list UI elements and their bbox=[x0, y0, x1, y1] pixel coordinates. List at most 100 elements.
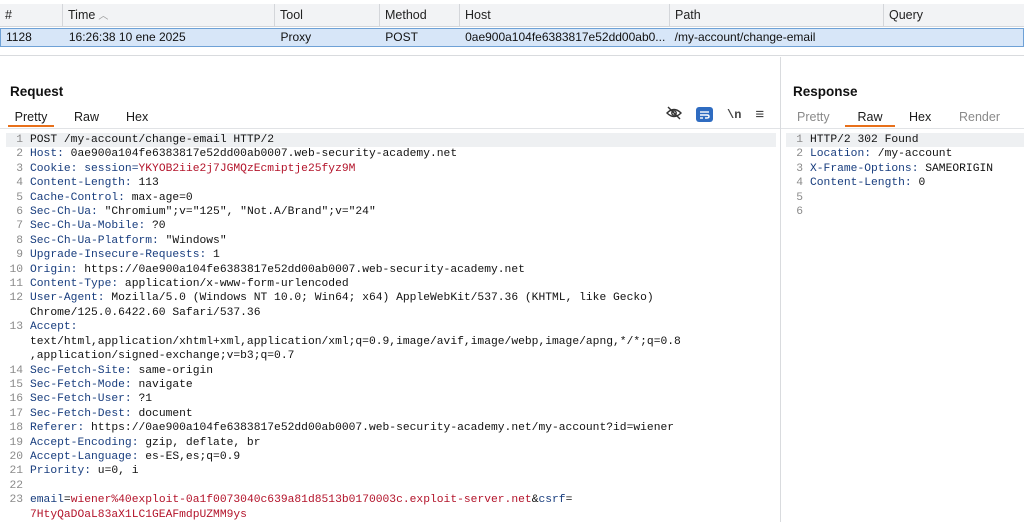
line-number: 6 bbox=[796, 206, 803, 219]
body-line: 23 email=wiener%40exploit-0a1f0073040c639… bbox=[6, 493, 776, 507]
col-header-path-label: Path bbox=[675, 8, 701, 22]
col-header-method[interactable]: Method bbox=[380, 4, 460, 27]
panel-divider[interactable] bbox=[0, 55, 1024, 56]
tab-response-pretty[interactable]: Pretty bbox=[797, 107, 830, 127]
tab-response-raw[interactable]: Raw bbox=[845, 107, 895, 127]
header-name: Content-Length: bbox=[810, 177, 912, 190]
code-line: 17 Sec-Fetch-Dest: document bbox=[6, 407, 776, 421]
eye-slash-icon[interactable] bbox=[666, 106, 682, 123]
header-value: ,application/signed-exchange;v=b3;q=0.7 bbox=[30, 350, 295, 363]
code-line: 10 Origin: https://0ae900a104fe6383817e52… bbox=[6, 263, 776, 277]
cookie-value: YKYOB2iie2j7JGMQzEcmiptje25fyz9M bbox=[138, 162, 356, 175]
col-header-tool-label: Tool bbox=[280, 8, 303, 22]
col-header-path[interactable]: Path bbox=[670, 4, 884, 27]
line-number: 14 bbox=[9, 364, 23, 377]
header-value: SAMEORIGIN bbox=[918, 162, 994, 175]
cell-path: /my-account/change-email bbox=[674, 30, 816, 44]
code-line: 15 Sec-Fetch-Mode: navigate bbox=[6, 378, 776, 392]
code-line: 20 Accept-Language: es-ES,es;q=0.9 bbox=[6, 450, 776, 464]
response-editor[interactable]: 1 HTTP/2 302 Found 2 Location: /my-account 3… bbox=[786, 133, 1024, 219]
col-header-num-label: # bbox=[5, 8, 12, 22]
body-line-wrap: 7HtyQaDOaL83aX1LC1GEAFmdpUZMM9ys bbox=[6, 508, 776, 522]
param-value: 7HtyQaDOaL83aX1LC1GEAFmdpUZMM9ys bbox=[30, 508, 247, 521]
tab-response-render[interactable]: Render bbox=[959, 107, 1000, 127]
header-value: navigate bbox=[131, 378, 193, 391]
line-number: 7 bbox=[16, 220, 23, 233]
line-number: 22 bbox=[9, 479, 23, 492]
code-line: 22 bbox=[6, 479, 776, 493]
newline-icon[interactable]: \n bbox=[727, 108, 741, 122]
header-name: Location: bbox=[810, 148, 872, 161]
header-value: ?1 bbox=[131, 393, 153, 406]
request-toolbar: \n ≡ bbox=[652, 106, 764, 123]
header-name: Cookie: bbox=[30, 162, 78, 175]
header-value: es-ES,es;q=0.9 bbox=[138, 450, 241, 463]
header-value: 0ae900a104fe6383817e52dd00ab0007.web-sec… bbox=[63, 148, 458, 161]
code-line: 7 Sec-Ch-Ua-Mobile: ?0 bbox=[6, 219, 776, 233]
param-name: email bbox=[30, 494, 64, 507]
tab-request-pretty[interactable]: Pretty bbox=[8, 107, 54, 127]
cell-time: 16:26:38 10 ene 2025 bbox=[68, 30, 186, 44]
line-number: 23 bbox=[9, 494, 23, 507]
code-line: 3 X-Frame-Options: SAMEORIGIN bbox=[786, 162, 1024, 176]
line-number: 18 bbox=[9, 422, 23, 435]
request-editor[interactable]: 1 POST /my-account/change-email HTTP/2 2 Ho… bbox=[6, 133, 776, 522]
code-line: 5 Cache-Control: max-age=0 bbox=[6, 191, 776, 205]
line-number: 21 bbox=[9, 465, 23, 478]
code-line: 18 Referer: https://0ae900a104fe6383817e5… bbox=[6, 421, 776, 435]
header-value: ?0 bbox=[145, 220, 166, 233]
code-line: 8 Sec-Ch-Ua-Platform: "Windows" bbox=[6, 234, 776, 248]
header-value: 1 bbox=[206, 249, 220, 262]
col-header-num[interactable]: # bbox=[0, 4, 63, 27]
tab-request-hex[interactable]: Hex bbox=[126, 107, 148, 127]
code-line: 4 Content-Length: 0 bbox=[786, 176, 1024, 190]
pane-splitter[interactable] bbox=[780, 57, 781, 522]
header-value: "Chromium";v="125", "Not.A/Brand";v="24" bbox=[97, 206, 376, 219]
code-line: 16 Sec-Fetch-User: ?1 bbox=[6, 392, 776, 406]
cell-tool: Proxy bbox=[280, 30, 312, 44]
header-value: u=0, i bbox=[91, 465, 139, 478]
header-name: Priority: bbox=[30, 465, 92, 478]
line-number: 8 bbox=[16, 234, 23, 247]
code-line: 11 Content-Type: application/x-www-form-u… bbox=[6, 277, 776, 291]
col-header-host[interactable]: Host bbox=[460, 4, 670, 27]
header-value: "Windows" bbox=[158, 234, 227, 247]
header-value: POST /my-account/change-email HTTP/2 bbox=[30, 134, 275, 146]
wrap-lines-icon[interactable] bbox=[696, 107, 713, 122]
line-number: 20 bbox=[9, 450, 23, 463]
header-value: 113 bbox=[131, 177, 159, 190]
header-value: https://0ae900a104fe6383817e52dd00ab0007… bbox=[84, 422, 675, 435]
header-value: Chrome/125.0.6422.60 Safari/537.36 bbox=[30, 306, 261, 319]
code-line: 21 Priority: u=0, i bbox=[6, 464, 776, 478]
code-line: 3 Cookie: session=YKYOB2iie2j7JGMQzEcmipt… bbox=[6, 162, 776, 176]
code-line: 6 bbox=[786, 205, 1024, 219]
header-name: User-Agent: bbox=[30, 292, 105, 305]
table-row[interactable]: 1128 16:26:38 10 ene 2025 Proxy POST 0ae… bbox=[0, 28, 1024, 47]
col-header-query[interactable]: Query bbox=[884, 4, 1024, 27]
code-line: 4 Content-Length: 113 bbox=[6, 176, 776, 190]
header-value: HTTP/2 302 Found bbox=[810, 134, 919, 146]
line-number: 10 bbox=[9, 263, 23, 276]
tab-request-raw[interactable]: Raw bbox=[74, 107, 99, 127]
col-header-time[interactable]: Time ︿ bbox=[63, 4, 275, 27]
line-number: 2 bbox=[796, 148, 803, 161]
line-number: 15 bbox=[9, 378, 23, 391]
header-value: max-age=0 bbox=[124, 191, 193, 204]
tab-response-hex[interactable]: Hex bbox=[909, 107, 931, 127]
header-value: /my-account bbox=[871, 148, 953, 161]
line-number: 2 bbox=[16, 148, 23, 161]
code-line: 1 POST /my-account/change-email HTTP/2 bbox=[6, 133, 776, 148]
param-eq: = bbox=[63, 494, 71, 507]
header-name: Host: bbox=[30, 148, 64, 161]
response-title: Response bbox=[793, 84, 858, 99]
line-number: 1 bbox=[16, 134, 23, 146]
menu-icon[interactable]: ≡ bbox=[755, 106, 764, 123]
code-line: text/html,application/xhtml+xml,applicat… bbox=[6, 335, 776, 349]
response-tab-underline bbox=[781, 128, 1024, 129]
col-header-tool[interactable]: Tool bbox=[275, 4, 380, 27]
line-number: 5 bbox=[796, 191, 803, 204]
header-value: 0 bbox=[911, 177, 926, 190]
header-name: Sec-Fetch-Mode: bbox=[30, 378, 132, 391]
header-value: document bbox=[131, 407, 193, 420]
line-number: 4 bbox=[796, 177, 803, 190]
